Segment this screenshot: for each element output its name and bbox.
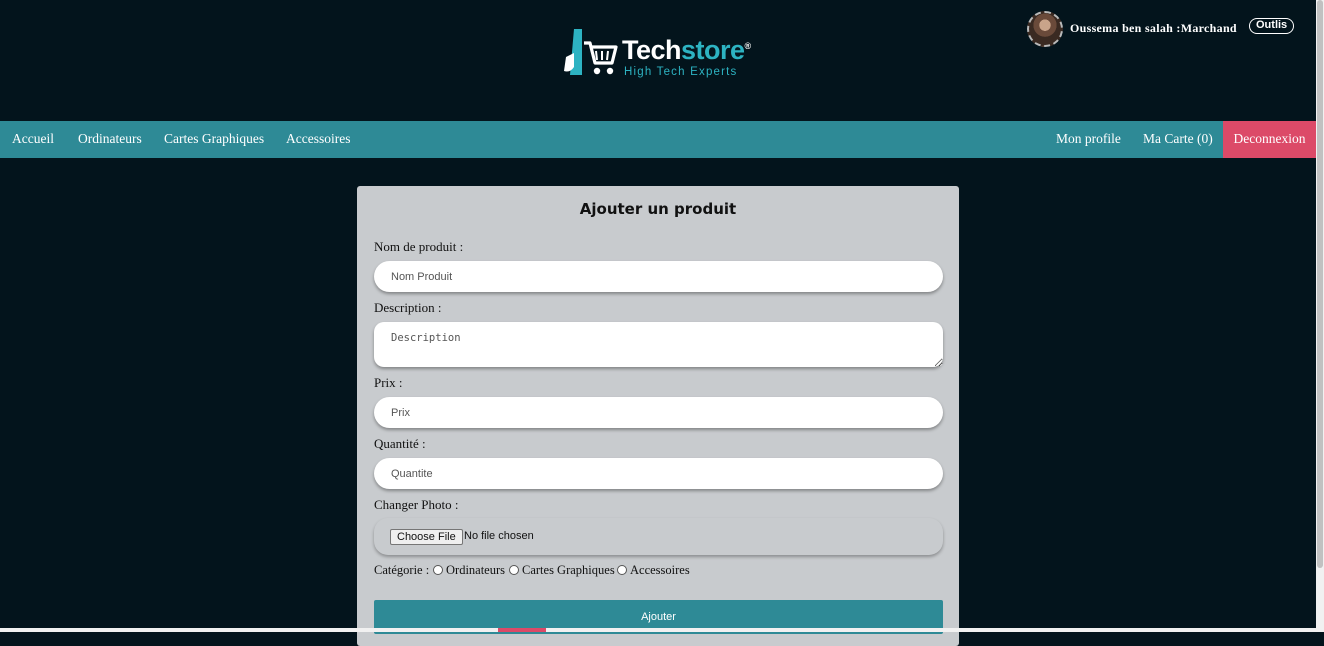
scrollbar-thumb[interactable] bbox=[1317, 0, 1323, 568]
quantity-label: Quantité : bbox=[374, 436, 426, 451]
add-product-form: Ajouter un produit Nom de produit : Desc… bbox=[357, 186, 959, 646]
price-input[interactable] bbox=[374, 397, 943, 428]
radio-accessoires[interactable] bbox=[617, 565, 627, 575]
brand-tagline: High Tech Experts bbox=[624, 66, 738, 78]
price-label: Prix : bbox=[374, 375, 403, 390]
nav-item-profile[interactable]: Mon profile bbox=[1056, 121, 1121, 158]
product-name-label: Nom de produit : bbox=[374, 239, 464, 254]
radio-label-accessoires: Accessoires bbox=[630, 563, 690, 577]
choose-file-button[interactable]: Choose File bbox=[390, 529, 463, 545]
radio-ordinateurs[interactable] bbox=[433, 565, 443, 575]
user-name: Oussema ben salah :Marchand bbox=[1070, 21, 1237, 35]
tools-button[interactable]: Outlis bbox=[1249, 18, 1295, 34]
brand-name: Techstore® bbox=[622, 35, 751, 65]
radio-label-ordinateurs: Ordinateurs bbox=[446, 563, 506, 577]
header: Techstore® High Tech Experts Oussema ben… bbox=[0, 0, 1316, 121]
avatar[interactable] bbox=[1027, 11, 1063, 47]
nav-item-cart[interactable]: Ma Carte (0) bbox=[1143, 121, 1213, 158]
category-label: Catégorie : bbox=[374, 563, 430, 577]
photo-file-input[interactable]: Choose File No file chosen bbox=[374, 518, 943, 555]
nav-item-ordinateurs[interactable]: Ordinateurs bbox=[78, 121, 142, 158]
nav-item-cartes-graphiques[interactable]: Cartes Graphiques bbox=[164, 121, 264, 158]
radio-cartes-graphiques[interactable] bbox=[509, 565, 519, 575]
description-label: Description : bbox=[374, 300, 442, 315]
quantity-input[interactable] bbox=[374, 458, 943, 489]
nav-item-accueil[interactable]: Accueil bbox=[12, 121, 54, 158]
form-title: Ajouter un produit bbox=[579, 200, 737, 218]
horizontal-scroll-marker bbox=[498, 628, 546, 632]
main-nav: Accueil Ordinateurs Cartes Graphiques Ac… bbox=[0, 121, 1316, 158]
description-input[interactable] bbox=[374, 322, 943, 367]
shopping-cart-logo-icon bbox=[564, 29, 618, 75]
photo-label: Changer Photo : bbox=[374, 497, 459, 512]
product-name-input[interactable] bbox=[374, 261, 943, 292]
nav-item-accessoires[interactable]: Accessoires bbox=[286, 121, 350, 158]
horizontal-scrollbar[interactable] bbox=[0, 628, 1316, 632]
file-status: No file chosen bbox=[464, 530, 534, 542]
logout-button[interactable]: Deconnexion bbox=[1223, 121, 1316, 158]
techstore-logo[interactable]: Techstore® High Tech Experts bbox=[560, 27, 760, 83]
vertical-scrollbar[interactable] bbox=[1316, 0, 1324, 632]
radio-label-cartes-graphiques: Cartes Graphiques bbox=[522, 563, 615, 577]
